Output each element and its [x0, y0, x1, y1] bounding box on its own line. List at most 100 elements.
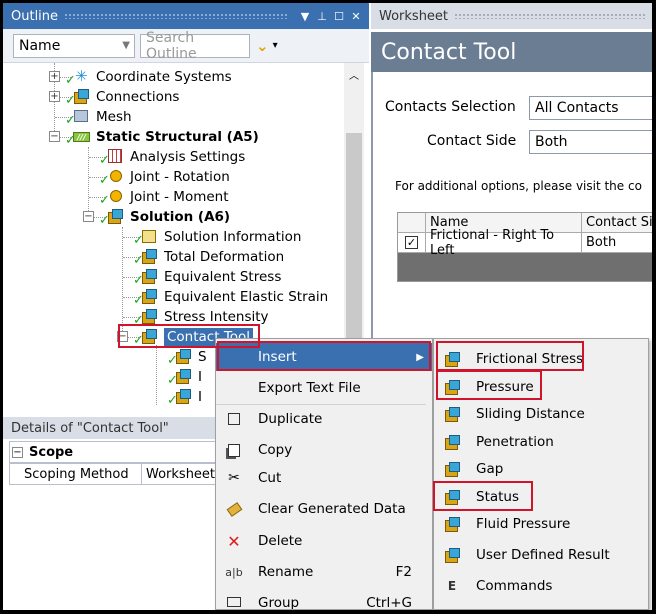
- tree-item-equivalent-stress[interactable]: Equivalent Stress: [141, 267, 281, 287]
- pin-icon[interactable]: ⊥: [315, 10, 329, 23]
- details-titlebar: Details of "Contact Tool": [3, 417, 217, 439]
- submenu-item-user-defined-result[interactable]: User Defined Result: [434, 541, 648, 569]
- result-cube-icon: [443, 350, 461, 368]
- tree-item-contact-child-2[interactable]: I: [175, 367, 202, 387]
- submenu-item-commands[interactable]: E Commands: [434, 572, 648, 600]
- menu-item-group[interactable]: Group Ctrl+G: [216, 589, 432, 609]
- pane-dropdown-icon[interactable]: ▼: [298, 10, 312, 23]
- outline-scrollbar[interactable]: ︿: [344, 63, 364, 353]
- chevron-down-icon: ▼: [122, 39, 130, 51]
- tree-item-equivalent-elastic-strain[interactable]: Equivalent Elastic Strain: [141, 287, 328, 307]
- submenu-item-gap[interactable]: Gap: [434, 455, 648, 483]
- collapse-solution[interactable]: −: [83, 211, 94, 222]
- tree-item-total-deformation[interactable]: Total Deformation: [141, 247, 284, 267]
- check-icon: ✓: [167, 353, 178, 368]
- app-window: Outline ▼ ⊥ ☐ ✕ Name ▼ Search Outline ⌄ …: [3, 3, 652, 610]
- check-icon: ✓: [133, 333, 144, 348]
- check-icon: ✓: [65, 93, 76, 108]
- duplicate-icon: [225, 410, 243, 428]
- check-icon: ✓: [65, 73, 76, 88]
- search-outline-placeholder: Search Outline: [146, 29, 197, 62]
- submenu-item-status[interactable]: Status: [434, 483, 648, 511]
- outline-title: Outline: [11, 8, 59, 24]
- menu-item-export-text-file[interactable]: Export Text File: [216, 374, 432, 402]
- tree-item-contact-child-1[interactable]: S: [175, 347, 207, 367]
- details-title: Details of "Contact Tool": [11, 420, 169, 436]
- additional-options-text: For additional options, please visit the…: [395, 179, 642, 193]
- menu-item-duplicate[interactable]: Duplicate: [216, 405, 432, 433]
- scrollbar-thumb[interactable]: [346, 133, 362, 343]
- tree-item-mesh[interactable]: Mesh: [73, 107, 132, 127]
- check-icon: ✓: [133, 293, 144, 308]
- name-filter-combo[interactable]: Name ▼: [13, 33, 135, 58]
- outline-toolbar: Name ▼ Search Outline ⌄ ▾: [3, 29, 369, 63]
- checkbox-checked-icon: ✓: [405, 236, 418, 249]
- tree-item-analysis-settings[interactable]: Analysis Settings: [107, 147, 245, 167]
- rename-shortcut: F2: [395, 564, 412, 580]
- table-header-contact-side[interactable]: Contact Si: [582, 213, 652, 233]
- scroll-up-icon[interactable]: ︿: [349, 67, 359, 82]
- delete-x-icon: ✕: [227, 531, 241, 551]
- submenu-item-fluid-pressure[interactable]: Fluid Pressure: [434, 510, 648, 538]
- result-cube-icon: [443, 433, 461, 451]
- tree-item-stress-intensity[interactable]: Stress Intensity: [141, 307, 269, 327]
- outline-titlebar: Outline ▼ ⊥ ☐ ✕: [3, 3, 369, 29]
- submenu-item-penetration[interactable]: Penetration: [434, 428, 648, 456]
- tree-item-joint-rotation[interactable]: Joint - Rotation: [107, 167, 230, 187]
- tree-item-solution[interactable]: Solution (A6): [107, 207, 230, 227]
- check-icon: ✓: [133, 313, 144, 328]
- check-icon: ✓: [133, 253, 144, 268]
- result-cube-icon: [443, 460, 461, 478]
- menu-item-cut[interactable]: ✂ Cut: [216, 464, 432, 492]
- menu-item-delete[interactable]: ✕ Delete: [216, 527, 432, 555]
- scoping-method-value: Worksheet: [146, 466, 216, 482]
- check-icon: ✓: [65, 113, 76, 128]
- tree-item-coordinate-systems[interactable]: ✳ Coordinate Systems: [73, 67, 232, 87]
- details-row-scoping-method[interactable]: Scoping Method Worksheet: [9, 463, 217, 485]
- menu-item-rename[interactable]: a|b Rename F2: [216, 558, 432, 586]
- check-icon: ✓: [133, 273, 144, 288]
- insert-submenu: Frictional Stress Pressure Sliding Dista…: [433, 338, 649, 610]
- scissors-icon: ✂: [228, 470, 240, 486]
- table-row-checkbox[interactable]: ✓: [398, 233, 426, 253]
- user-defined-result-icon: [443, 546, 461, 564]
- expand-coordinate-systems[interactable]: +: [49, 71, 60, 82]
- tree-item-connections[interactable]: Connections: [73, 87, 179, 107]
- expand-connections[interactable]: +: [49, 91, 60, 102]
- close-icon[interactable]: ✕: [349, 10, 363, 23]
- group-icon: [225, 593, 243, 609]
- submenu-item-frictional-stress[interactable]: Frictional Stress: [434, 345, 648, 373]
- result-cube-icon: [443, 515, 461, 533]
- tree-item-static-structural[interactable]: /// Static Structural (A5): [73, 127, 259, 147]
- maximize-icon[interactable]: ☐: [332, 10, 346, 23]
- details-section-scope[interactable]: − Scope: [9, 441, 217, 463]
- collapse-scope-icon[interactable]: −: [12, 446, 23, 458]
- result-cube-icon: [443, 488, 461, 506]
- tree-item-joint-moment[interactable]: Joint - Moment: [107, 187, 229, 207]
- copy-icon: [225, 441, 243, 459]
- check-icon: ✓: [133, 233, 144, 248]
- table-row-name[interactable]: Frictional - Right To Left: [426, 228, 582, 258]
- check-icon: ✓: [99, 213, 110, 228]
- scoping-method-label: Scoping Method: [10, 464, 142, 484]
- check-icon: ✓: [167, 373, 178, 388]
- result-cube-icon: [443, 405, 461, 423]
- worksheet-tab[interactable]: Worksheet: [371, 3, 652, 29]
- toolbar-dropdown-icon[interactable]: ▾: [273, 40, 278, 51]
- table-row-side[interactable]: Both: [582, 233, 652, 253]
- group-shortcut: Ctrl+G: [366, 595, 412, 609]
- search-options-chevron-icon[interactable]: ⌄: [256, 37, 269, 55]
- submenu-item-sliding-distance[interactable]: Sliding Distance: [434, 400, 648, 428]
- contacts-selection-dropdown[interactable]: All Contacts: [529, 96, 652, 120]
- menu-item-insert[interactable]: Insert ▶: [216, 343, 432, 371]
- rename-icon: a|b: [225, 565, 243, 579]
- tree-item-solution-information[interactable]: Solution Information: [141, 227, 301, 247]
- collapse-static-structural[interactable]: −: [49, 131, 60, 142]
- collapse-contact-tool[interactable]: −: [117, 331, 128, 342]
- menu-item-clear-generated-data[interactable]: Clear Generated Data: [216, 495, 432, 523]
- menu-item-copy[interactable]: Copy: [216, 436, 432, 464]
- submenu-item-pressure[interactable]: Pressure: [434, 373, 648, 401]
- contact-side-dropdown[interactable]: Both: [529, 130, 652, 154]
- tree-item-contact-child-3[interactable]: I: [175, 387, 202, 407]
- search-outline-input[interactable]: Search Outline: [140, 30, 250, 62]
